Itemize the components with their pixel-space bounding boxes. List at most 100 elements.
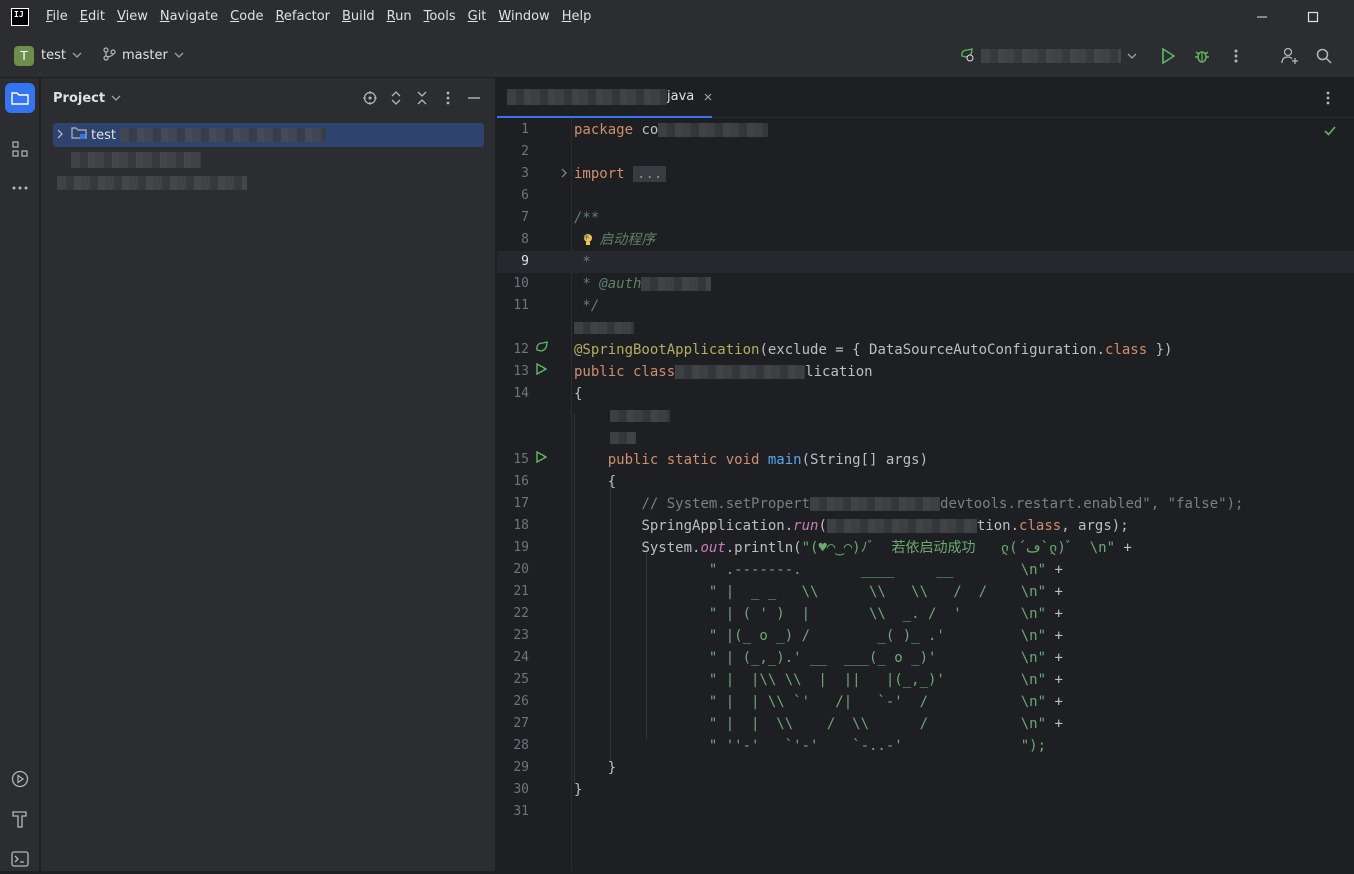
code-text: // System.setPropert devtools.restart.ena…	[641, 496, 1244, 512]
build-hammer-icon[interactable]	[5, 804, 35, 834]
services-icon[interactable]	[5, 764, 35, 794]
menu-item-run[interactable]: Run	[381, 0, 418, 34]
intellij-logo-icon[interactable]: IJ	[11, 8, 29, 26]
menu-item-build[interactable]: Build	[336, 0, 381, 34]
locate-file-icon[interactable]	[357, 86, 383, 110]
editor-tabs: java	[497, 78, 1354, 118]
run-gutter-icon[interactable]	[535, 449, 548, 471]
code-text: " | (_,_).' __ ___(_ o _)' \n" +	[708, 650, 1063, 666]
tab-file-extension: java	[667, 89, 695, 104]
code-line[interactable]: 29 }	[497, 757, 1354, 779]
menu-item-code[interactable]: Code	[224, 0, 269, 34]
menu-item-navigate[interactable]: Navigate	[154, 0, 224, 34]
code-line[interactable]: 23 " |(_ o _) / _( )_ .' \n" +	[497, 625, 1354, 647]
project-name[interactable]: test	[41, 48, 66, 63]
line-number: 26	[513, 694, 529, 709]
chevron-right-icon[interactable]	[57, 128, 63, 143]
more-tool-windows-icon[interactable]	[5, 173, 35, 203]
main-toolbar: T test master	[0, 34, 1354, 78]
code-line[interactable]: 18 SpringApplication.run(tion.class, arg…	[497, 515, 1354, 537]
tree-item-external-libraries[interactable]	[71, 148, 201, 172]
minimize-icon[interactable]	[1239, 0, 1285, 34]
title-bar: IJ File Edit View Navigate Code Refactor Build…	[0, 0, 1354, 34]
expand-all-icon[interactable]	[383, 86, 409, 110]
code-text: System.out.println("(♥◠‿◠)ﾉﾞ 若依启动成功 ლ(´ڡ…	[641, 540, 1132, 556]
fold-chevron-icon[interactable]	[561, 163, 567, 185]
code-line[interactable]: 6	[497, 185, 1354, 207]
chevron-down-icon[interactable]	[72, 50, 82, 61]
menu-item-git[interactable]: Git	[462, 0, 493, 34]
code-line[interactable]: 21 " | _ _ \\ \\ \\ / / \n" +	[497, 581, 1354, 603]
close-icon[interactable]	[704, 90, 712, 104]
code-line[interactable]: 1 package co	[497, 119, 1354, 141]
line-number: 22	[513, 606, 529, 621]
code-line[interactable]: 15 public static void main(String[] args…	[497, 449, 1354, 471]
redacted-tree-label	[71, 152, 201, 168]
code-line[interactable]: 2	[497, 141, 1354, 163]
code-line[interactable]: 10 * @auth	[497, 273, 1354, 295]
code-text: */	[574, 298, 600, 314]
code-line[interactable]: 22 " | ( ' ) | \\ _. / ' \n" +	[497, 603, 1354, 625]
hide-panel-icon[interactable]	[461, 86, 487, 110]
options-icon[interactable]	[435, 86, 461, 110]
run-icon[interactable]	[1151, 39, 1185, 73]
code-line[interactable]: 8 * 启动程序	[497, 229, 1354, 251]
collapse-all-icon[interactable]	[409, 86, 435, 110]
menu-item-file[interactable]: File	[40, 0, 74, 34]
tree-root-project[interactable]: test	[53, 123, 484, 147]
menu-item-tools[interactable]: Tools	[418, 0, 462, 34]
debug-icon[interactable]	[1185, 39, 1219, 73]
code-line[interactable]: 27 " | | \\ / \\ / \n" +	[497, 713, 1354, 735]
line-number: 30	[513, 782, 529, 797]
maximize-icon[interactable]	[1290, 0, 1336, 34]
run-configuration-selector[interactable]	[959, 46, 1137, 66]
project-folder-icon[interactable]	[5, 83, 35, 113]
terminal-icon[interactable]	[5, 844, 35, 874]
code-line[interactable]: 9 *	[497, 251, 1354, 273]
tab-options-icon[interactable]	[1326, 90, 1330, 110]
search-icon[interactable]	[1307, 39, 1341, 73]
line-number: 17	[513, 496, 529, 511]
structure-icon[interactable]	[5, 134, 35, 164]
menu-item-help[interactable]: Help	[556, 0, 598, 34]
code-line[interactable]: 19 System.out.println("(♥◠‿◠)ﾉﾞ 若依启动成功 ლ…	[497, 537, 1354, 559]
more-actions-icon[interactable]	[1219, 39, 1253, 73]
code-line[interactable]: 3 import ...	[497, 163, 1354, 185]
code-line[interactable]: 26 " | | \\ `' /| `-' / \n" +	[497, 691, 1354, 713]
code-line[interactable]: 14 {	[497, 383, 1354, 405]
code-line[interactable]: 31	[497, 801, 1354, 823]
code-line[interactable]	[497, 317, 1354, 339]
menu-item-view[interactable]: View	[111, 0, 154, 34]
run-gutter-icon[interactable]	[535, 361, 548, 383]
code-line[interactable]: 11 */	[497, 295, 1354, 317]
code-line[interactable]: 13 public class lication	[497, 361, 1354, 383]
code-line[interactable]: 16 {	[497, 471, 1354, 493]
code-with-me-icon[interactable]	[1273, 39, 1307, 73]
spring-bean-icon[interactable]	[535, 339, 549, 361]
code-line[interactable]: 30}	[497, 779, 1354, 801]
code-line[interactable]: 28 " ''-' `'-' `-..-' ");	[497, 735, 1354, 757]
code-line[interactable]: 25 " | |\\ \\ | || |(_,_)' \n" +	[497, 669, 1354, 691]
menu-item-refactor[interactable]: Refactor	[269, 0, 336, 34]
project-badge[interactable]: T	[14, 45, 34, 66]
menu-item-edit[interactable]: Edit	[74, 0, 111, 34]
line-number: 7	[521, 210, 529, 225]
folded-imports[interactable]: ...	[633, 166, 667, 182]
project-panel-title[interactable]: Project	[53, 91, 105, 106]
code-area[interactable]: 1 package co 2 3 import ... 6 7 /** 8 * 启…	[497, 118, 1354, 871]
chevron-down-icon[interactable]	[111, 93, 121, 104]
code-line[interactable]: 17 // System.setPropert devtools.restart.…	[497, 493, 1354, 515]
code-line[interactable]: 24 " | (_,_).' __ ___(_ o _)' \n" +	[497, 647, 1354, 669]
code-line[interactable]: 7 /**	[497, 207, 1354, 229]
tree-item-scratches[interactable]	[57, 171, 247, 195]
editor-tab-active[interactable]: java	[497, 78, 713, 118]
code-line[interactable]: 12 @SpringBootApplication(exclude = { Da…	[497, 339, 1354, 361]
code-line[interactable]: 20 " .-------. ____ __ \n" +	[497, 559, 1354, 581]
code-line[interactable]	[497, 405, 1354, 427]
menu-item-window[interactable]: Window	[492, 0, 555, 34]
redacted-tree-label	[57, 176, 247, 190]
project-tool-window: Project test	[41, 78, 496, 871]
line-number: 3	[521, 166, 529, 181]
branch-selector[interactable]: master	[102, 46, 184, 65]
code-line[interactable]	[497, 427, 1354, 449]
